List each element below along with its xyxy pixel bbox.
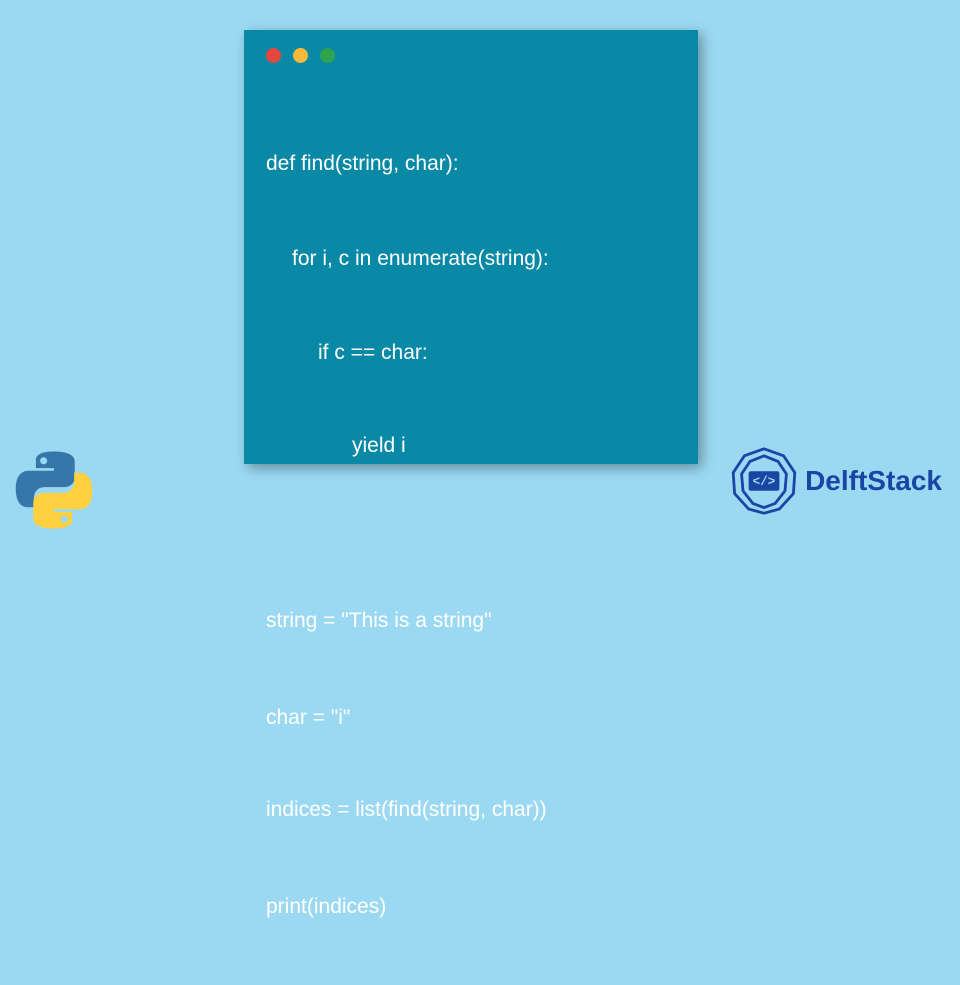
brand-badge-icon: </> bbox=[729, 446, 799, 516]
brand: </> DelftStack bbox=[729, 446, 942, 516]
brand-name: DelftStack bbox=[805, 465, 942, 497]
maximize-icon bbox=[320, 48, 335, 63]
code-line: for i, c in enumerate(string): bbox=[266, 243, 680, 275]
code-line: string = "This is a string" bbox=[266, 605, 680, 637]
close-icon bbox=[266, 48, 281, 63]
python-logo-icon bbox=[14, 450, 94, 530]
code-window: def find(string, char): for i, c in enum… bbox=[244, 30, 698, 464]
code-line: yield i bbox=[266, 430, 680, 462]
traffic-light-dots bbox=[266, 48, 335, 63]
code-block: def find(string, char): for i, c in enum… bbox=[266, 85, 680, 985]
code-line: print(indices) bbox=[266, 891, 680, 923]
svg-text:</>: </> bbox=[753, 475, 776, 489]
minimize-icon bbox=[293, 48, 308, 63]
code-line: char = "i" bbox=[266, 702, 680, 734]
code-line: if c == char: bbox=[266, 337, 680, 369]
code-line: def find(string, char): bbox=[266, 148, 680, 180]
code-line: indices = list(find(string, char)) bbox=[266, 794, 680, 826]
